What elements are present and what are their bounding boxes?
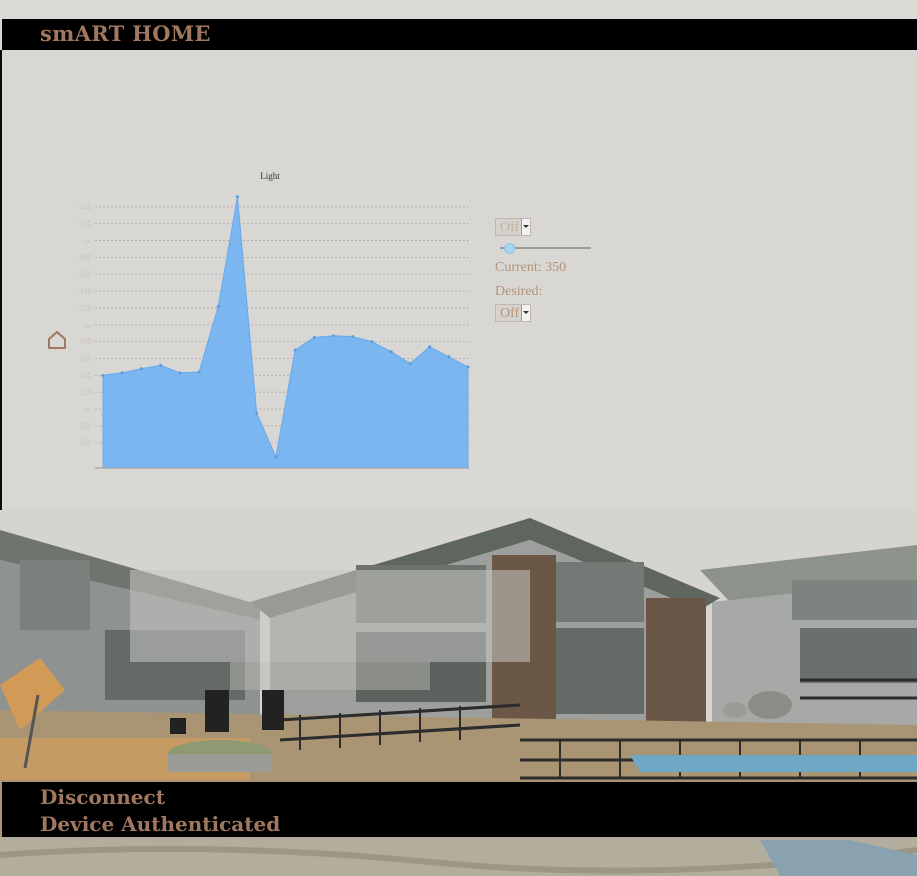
chart-title: Light [260, 171, 280, 181]
top-strip [0, 0, 917, 19]
light-chart-svg: Light 260 280 300 320 340 360 380 400 420 440 460 4… [79, 171, 470, 469]
y-tick-label: 280 [79, 421, 93, 431]
y-tick-label: 540 [79, 202, 93, 212]
home-icon[interactable] [47, 331, 67, 349]
data-point [351, 335, 355, 339]
data-point [197, 370, 201, 374]
desired-label: Desired: [495, 284, 543, 299]
light-slider-handle[interactable] [503, 243, 515, 254]
chevron-down-icon[interactable] [521, 305, 530, 321]
data-point [466, 365, 470, 369]
data-point [159, 363, 163, 367]
light-chart: Light 260 280 300 320 340 360 380 400 420 440 460 4… [65, 168, 485, 478]
disconnect-link[interactable]: Disconnect [40, 785, 165, 809]
data-point [101, 373, 105, 377]
data-point [120, 371, 124, 375]
light-series-area [102, 196, 469, 469]
y-tick-label: 440 [79, 286, 93, 296]
light-controls: Off Current: 350 Desired: Off [495, 218, 615, 328]
y-tick-label: 340 [79, 370, 93, 380]
chart-y-ticks: 260 280 300 320 340 360 380 400 420 440 460 480 500 5… [79, 202, 93, 448]
y-tick-label: 360 [79, 353, 93, 363]
y-tick-label: 380 [79, 337, 93, 347]
y-tick-label: 400 [83, 324, 92, 330]
y-tick-label: 320 [79, 387, 93, 397]
y-tick-label: 300 [83, 408, 92, 414]
data-point [408, 362, 412, 366]
app-title: smART HOME [40, 21, 211, 46]
data-point [370, 340, 374, 344]
desired-select-value: Off [500, 306, 520, 321]
data-point [389, 350, 393, 354]
y-tick-label: 460 [79, 269, 93, 279]
y-tick-label: 420 [79, 303, 93, 313]
data-point [139, 367, 143, 371]
data-point [274, 455, 278, 459]
auth-status: Device Authenticated [40, 812, 281, 836]
desired-select[interactable]: Off [495, 304, 531, 322]
data-point [178, 371, 182, 375]
mode-select-value: Off [500, 220, 520, 235]
data-point [447, 355, 451, 359]
data-point [255, 411, 259, 415]
data-point [216, 304, 220, 308]
current-value: Current: 350 [495, 260, 567, 275]
y-tick-label: 520 [79, 219, 93, 229]
data-point [293, 348, 297, 352]
y-tick-label: 260 [79, 438, 93, 448]
data-point [332, 334, 336, 338]
mode-select[interactable]: Off [495, 218, 531, 236]
header-bar: smART HOME [2, 19, 917, 50]
y-tick-label: 480 [79, 252, 93, 262]
y-tick-label: 500 [83, 240, 92, 246]
data-point [428, 345, 432, 349]
chevron-down-icon[interactable] [521, 219, 530, 235]
data-point [312, 335, 316, 339]
footer-bar: Disconnect Device Authenticated [2, 782, 917, 837]
data-point [235, 195, 239, 199]
